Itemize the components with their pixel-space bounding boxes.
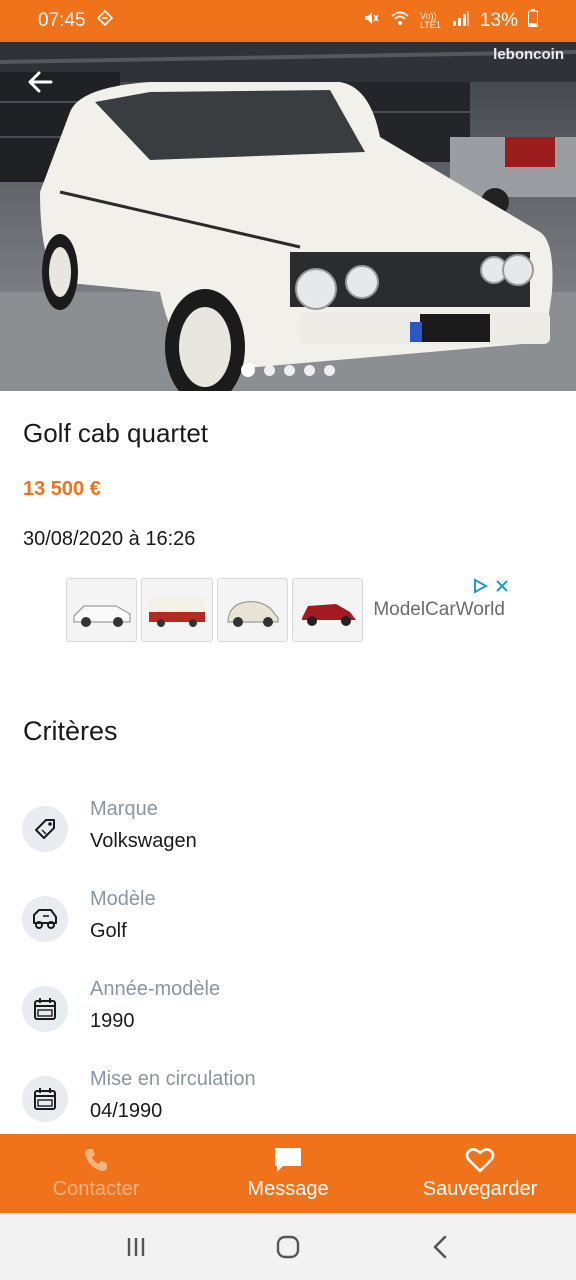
contact-label: Contacter [52, 1178, 140, 1200]
ad-thumbnail[interactable] [141, 578, 213, 642]
recent-apps-icon [127, 1237, 145, 1256]
ad-controls [472, 578, 510, 594]
sync-icon [96, 9, 114, 33]
carousel-dot[interactable] [264, 364, 275, 376]
listing-title: Golf cab quartet [23, 418, 208, 448]
ad-thumbnail[interactable] [66, 578, 138, 642]
status-bar: 07:45 Vo)) LTE1 13% [0, 0, 576, 42]
criteria-value: 04/1990 [90, 1100, 163, 1122]
ad-brand-name[interactable]: ModelCarWorld [373, 599, 512, 621]
mute-icon [362, 9, 380, 33]
home-icon [276, 1235, 300, 1258]
home-button[interactable] [268, 1227, 308, 1267]
action-bar: Contacter Message Sauvegarder [0, 1134, 576, 1213]
ad-banner[interactable]: ModelCarWorld [66, 576, 512, 644]
criteria-value: Volkswagen [90, 830, 197, 852]
battery-percent: 13% [479, 10, 518, 31]
signal-icon [452, 10, 470, 32]
criteria-value: Golf [90, 920, 127, 942]
calendar-icon [22, 986, 68, 1032]
message-label: Message [247, 1178, 329, 1200]
criteria-label: Année-modèle [90, 978, 221, 1000]
contact-button[interactable]: Contacter [0, 1134, 192, 1213]
ad-thumbnail[interactable] [216, 578, 288, 642]
ad-thumbnail[interactable] [291, 578, 364, 642]
wifi-icon [390, 9, 410, 33]
tag-icon [22, 806, 68, 852]
leboncoin-watermark: leboncoin [493, 46, 564, 63]
calendar-icon [22, 1076, 68, 1122]
close-icon[interactable] [494, 578, 510, 594]
message-button[interactable]: Message [192, 1134, 384, 1213]
car-photo [0, 42, 576, 391]
back-button[interactable] [22, 64, 58, 100]
carousel-dot[interactable] [284, 364, 295, 376]
save-label: Sauvegarder [422, 1178, 538, 1200]
listing-photo-carousel[interactable]: leboncoin [0, 42, 576, 391]
ad-choices-icon[interactable] [472, 578, 488, 594]
heart-icon [465, 1148, 495, 1173]
back-nav-button[interactable] [420, 1227, 460, 1267]
criteria-label: Modèle [90, 888, 156, 910]
criteria-label: Marque [90, 798, 158, 820]
criteria-list: Marque Volkswagen Modèle Golf Année-modè… [22, 796, 554, 1156]
recent-apps-button[interactable] [116, 1227, 156, 1267]
carousel-dot[interactable] [241, 363, 255, 377]
system-nav-bar [0, 1213, 576, 1280]
status-time: 07:45 [38, 10, 86, 31]
battery-icon [528, 9, 538, 33]
criteria-label: Mise en circulation [90, 1068, 256, 1090]
arrow-left-icon [28, 71, 53, 93]
phone-icon [85, 1149, 107, 1171]
criteria-heading: Critères [23, 716, 118, 746]
carousel-dot[interactable] [304, 364, 315, 376]
carousel-dot[interactable] [324, 364, 335, 376]
listing-date: 30/08/2020 à 16:26 [23, 528, 196, 550]
chevron-left-icon [433, 1235, 447, 1258]
criteria-item-brand: Marque Volkswagen [22, 796, 554, 886]
carousel-dots [0, 363, 576, 377]
save-button[interactable]: Sauvegarder [384, 1134, 576, 1213]
criteria-value: 1990 [90, 1010, 135, 1032]
criteria-item-year: Année-modèle 1990 [22, 976, 554, 1066]
network-label: Vo)) LTE1 [419, 11, 441, 30]
listing-price: 13 500 € [23, 478, 101, 500]
criteria-item-model: Modèle Golf [22, 886, 554, 976]
message-icon [275, 1148, 301, 1172]
car-icon [22, 896, 68, 942]
